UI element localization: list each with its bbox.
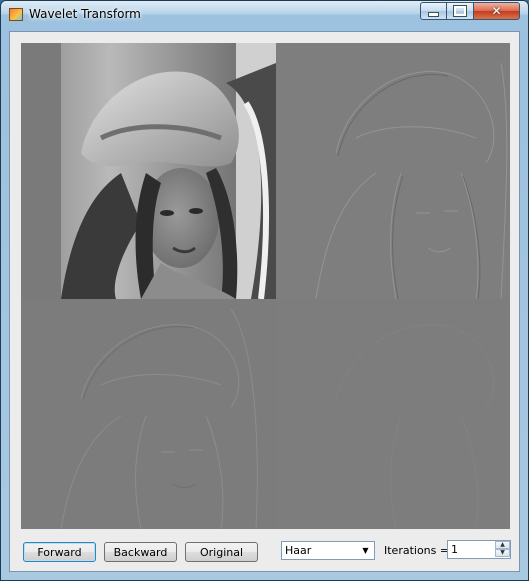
wavelet-picture-box — [21, 43, 510, 529]
backward-button[interactable]: Backward — [104, 542, 177, 562]
approximation-image — [21, 43, 276, 299]
iterations-stepper[interactable]: 1 ▲ ▼ — [447, 540, 511, 559]
client-area: Forward Backward Original Haar ▼ Iterati… — [9, 31, 520, 572]
spin-down-icon[interactable]: ▼ — [495, 549, 510, 557]
forward-button[interactable]: Forward — [23, 542, 96, 562]
spin-up-icon[interactable]: ▲ — [495, 541, 510, 549]
original-button[interactable]: Original — [185, 542, 258, 562]
minimize-icon — [421, 3, 446, 19]
close-button[interactable]: ✕ — [474, 2, 520, 20]
maximize-icon — [447, 3, 473, 19]
window-title: Wavelet Transform — [29, 7, 141, 21]
chevron-down-icon[interactable]: ▼ — [357, 542, 374, 559]
maximize-button[interactable] — [447, 2, 474, 20]
minimize-button[interactable] — [420, 2, 447, 20]
vertical-detail-image — [21, 299, 276, 529]
main-window: Wavelet Transform ✕ Forward Backward Ori… — [0, 0, 529, 581]
iterations-value[interactable]: 1 — [451, 543, 458, 556]
wavelet-app-icon[interactable] — [9, 8, 23, 21]
title-bar[interactable]: Wavelet Transform ✕ — [1, 1, 528, 29]
wavelet-select[interactable]: Haar ▼ — [281, 541, 375, 560]
horizontal-detail-image — [276, 43, 510, 299]
wavelet-select-value: Haar — [285, 544, 312, 557]
diagonal-detail-image — [276, 299, 510, 529]
iterations-label: Iterations = — [384, 544, 450, 557]
close-icon: ✕ — [491, 4, 502, 18]
